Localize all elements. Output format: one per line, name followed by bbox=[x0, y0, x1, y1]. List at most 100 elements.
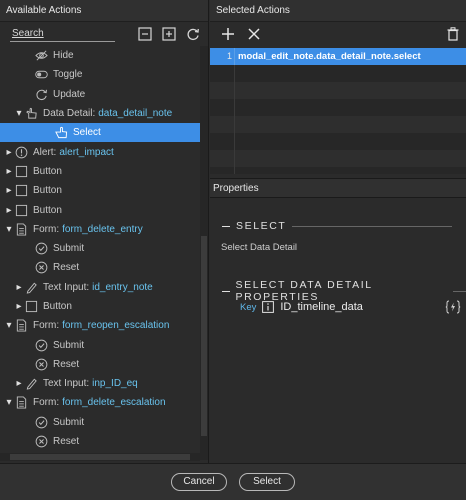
tree-item[interactable]: Submit bbox=[0, 335, 200, 354]
expand-all-icon[interactable] bbox=[160, 25, 178, 43]
tree-item[interactable]: Reset bbox=[0, 355, 200, 374]
search-row bbox=[0, 22, 208, 46]
dialog-footer: Cancel Select bbox=[0, 463, 466, 500]
form-icon bbox=[14, 396, 28, 410]
eye-off-icon bbox=[34, 49, 48, 63]
action-code: modal_edit_note.data_detail_note.select bbox=[238, 51, 421, 62]
actions-tree: Hide Toggle Update ▾ Data Detail: data_detail… bbox=[0, 46, 200, 460]
tree-item[interactable]: ▸ Text Input: inp_ID_eq bbox=[0, 374, 200, 393]
tree-item-label: Select bbox=[73, 127, 101, 139]
collapse-arrow-icon[interactable]: ▾ bbox=[4, 397, 14, 408]
tree-item[interactable]: ▸ Button bbox=[0, 162, 200, 181]
reset-icon bbox=[34, 435, 48, 449]
alert-icon bbox=[14, 145, 28, 159]
expand-arrow-icon[interactable]: ▸ bbox=[4, 166, 14, 177]
tree-item[interactable]: ▸ Button bbox=[0, 297, 200, 316]
submit-icon bbox=[34, 415, 48, 429]
tree-item-label: Update bbox=[53, 88, 86, 100]
trash-icon[interactable] bbox=[446, 26, 460, 42]
empty-action-row bbox=[210, 150, 466, 167]
tree-item-label: Text Input: bbox=[43, 281, 90, 293]
tree-item-component-name: form_delete_entry bbox=[62, 223, 143, 235]
tree-item[interactable]: ▾ Form: form_reopen_escalation bbox=[0, 316, 200, 335]
tree-scroll-thumb[interactable] bbox=[201, 236, 207, 436]
expand-arrow-icon[interactable]: ▸ bbox=[14, 378, 24, 389]
reset-icon bbox=[34, 357, 48, 371]
key-property-row[interactable]: Key ID_timeline_data bbox=[240, 299, 462, 315]
remove-icon[interactable] bbox=[244, 24, 264, 44]
tree-item[interactable]: Reset bbox=[0, 432, 200, 451]
key-label: Key bbox=[240, 301, 257, 313]
key-value[interactable]: ID_timeline_data bbox=[280, 301, 363, 313]
dynamic-data-icon[interactable] bbox=[444, 299, 462, 315]
tree-item-label: Reset bbox=[53, 262, 80, 274]
submit-icon bbox=[34, 338, 48, 352]
empty-action-row bbox=[210, 116, 466, 133]
tree-item-component-name: form_reopen_escalation bbox=[62, 320, 170, 332]
selected-actions-toolbar bbox=[210, 22, 466, 46]
collapse-arrow-icon[interactable]: ▾ bbox=[4, 224, 14, 235]
tree-item[interactable]: Reset bbox=[0, 258, 200, 277]
tree-item[interactable]: ▾ Form: form_delete_entry bbox=[0, 220, 200, 239]
tree-item-label: Button bbox=[33, 165, 62, 177]
tree-item[interactable]: Select bbox=[0, 123, 200, 143]
expand-arrow-icon[interactable]: ▸ bbox=[14, 282, 24, 293]
selected-action-row[interactable]: 1 modal_edit_note.data_detail_note.selec… bbox=[210, 48, 466, 65]
expand-arrow-icon[interactable]: ▸ bbox=[4, 205, 14, 216]
tree-item[interactable]: ▾ Form: form_delete_escalation bbox=[0, 393, 200, 412]
button-icon bbox=[14, 164, 28, 178]
tree-item-label: Button bbox=[33, 185, 62, 197]
tree-item[interactable]: Update bbox=[0, 85, 200, 104]
toggle-icon bbox=[34, 68, 48, 82]
tree-item-component-name: data_detail_note bbox=[98, 108, 173, 120]
empty-action-row bbox=[210, 133, 466, 150]
add-icon[interactable] bbox=[218, 24, 238, 44]
selected-actions-panel: Selected Actions 1 modal_edit_note.data_… bbox=[210, 0, 466, 463]
tree-item[interactable]: ▸ Alert: alert_impact bbox=[0, 142, 200, 161]
tree-item[interactable]: ▸ Button bbox=[0, 181, 200, 200]
empty-action-row bbox=[210, 82, 466, 99]
collapse-arrow-icon[interactable]: ▾ bbox=[4, 320, 14, 331]
tree-item-label: Form: bbox=[33, 223, 60, 235]
text-input-icon bbox=[24, 377, 38, 391]
tree-item[interactable]: Hide bbox=[0, 46, 200, 65]
tree-item-component-name: id_entry_note bbox=[92, 281, 153, 293]
tree-item-component-name: form_delete_escalation bbox=[62, 397, 166, 409]
expand-arrow-icon[interactable]: ▸ bbox=[4, 185, 14, 196]
select-button[interactable]: Select bbox=[239, 473, 295, 491]
refresh-icon[interactable] bbox=[184, 25, 202, 43]
selected-actions-list: 1 modal_edit_note.data_detail_note.selec… bbox=[210, 48, 466, 174]
expand-arrow-icon[interactable]: ▸ bbox=[4, 147, 14, 158]
expand-arrow-icon[interactable]: ▸ bbox=[14, 301, 24, 312]
tree-item-label: Form: bbox=[33, 397, 60, 409]
tree-item[interactable]: ▸ Button bbox=[0, 200, 200, 219]
cancel-button[interactable]: Cancel bbox=[171, 473, 227, 491]
tree-item-label: Reset bbox=[53, 436, 80, 448]
collapse-arrow-icon[interactable]: ▾ bbox=[14, 108, 24, 119]
tree-item-label: Alert: bbox=[33, 146, 57, 158]
info-icon bbox=[262, 301, 275, 313]
tree-item[interactable]: Submit bbox=[0, 239, 200, 258]
select-header-text: SELECT bbox=[236, 220, 287, 232]
tree-item[interactable]: Toggle bbox=[0, 65, 200, 84]
search-input[interactable] bbox=[10, 26, 115, 42]
collapse-all-icon[interactable] bbox=[136, 25, 154, 43]
empty-action-row bbox=[210, 99, 466, 116]
tree-item[interactable]: ▾ Data Detail: data_detail_note bbox=[0, 104, 200, 123]
reset-icon bbox=[34, 261, 48, 275]
tree-horizontal-scrollbar[interactable] bbox=[0, 453, 200, 461]
select-section-header: SELECT bbox=[222, 220, 453, 232]
tree-item-label: Toggle bbox=[53, 69, 83, 81]
tree-item[interactable]: Submit bbox=[0, 413, 200, 432]
tree-item[interactable]: ▸ Text Input: id_entry_note bbox=[0, 278, 200, 297]
tree-item-label: Button bbox=[43, 301, 72, 312]
button-icon bbox=[14, 203, 28, 217]
form-icon bbox=[14, 222, 28, 236]
tree-hscroll-thumb[interactable] bbox=[10, 454, 190, 460]
tree-vertical-scrollbar[interactable] bbox=[200, 46, 208, 460]
tree-item-label: Text Input: bbox=[43, 378, 90, 390]
refresh-icon bbox=[34, 87, 48, 101]
tree-item-component-name: alert_impact bbox=[59, 146, 114, 158]
tree-item-label: Submit bbox=[53, 339, 85, 351]
tree-item-label: Button bbox=[33, 204, 62, 216]
